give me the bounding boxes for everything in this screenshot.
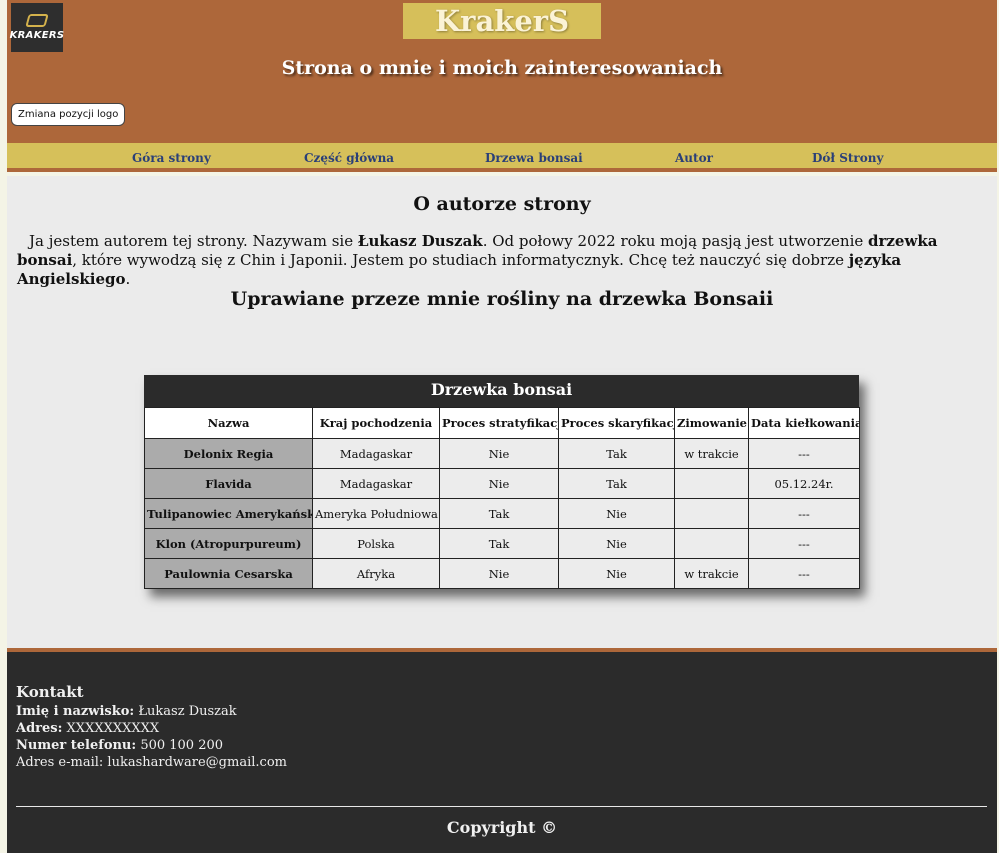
plant-name-cell: Delonix Regia	[144, 438, 313, 469]
table-cell	[674, 468, 749, 499]
column-header: Proces stratyfikacji	[439, 407, 559, 439]
table-cell: Madagaskar	[312, 468, 440, 499]
table-cell: Tak	[558, 468, 675, 499]
about-text-4: .	[125, 270, 131, 288]
table-cell: Nie	[439, 468, 559, 499]
about-text-1: Ja jestem autorem tej strony. Nazywam si…	[29, 232, 358, 250]
table-cell: ---	[748, 438, 860, 469]
table-cell: Madagaskar	[312, 438, 440, 469]
name-label: Imię i nazwisko:	[16, 704, 135, 719]
table-row: Klon (Atropurpureum) Polska Tak Nie ---	[144, 528, 860, 559]
plant-name-cell: Paulownia Cesarska	[144, 558, 313, 589]
table-cell: 05.12.24r.	[748, 468, 860, 499]
table-cell: Polska	[312, 528, 440, 559]
nav-link-main[interactable]: Część główna	[304, 151, 394, 165]
table-cell: ---	[748, 498, 860, 529]
about-heading: O autorze strony	[413, 193, 591, 215]
table-cell: Nie	[558, 498, 675, 529]
table-cell: Ameryka Południowa	[312, 498, 440, 529]
footer-divider	[16, 806, 987, 807]
table-caption: Drzewka bonsai	[144, 375, 859, 407]
logo-text: KRAKERS	[9, 30, 65, 41]
phone-label: Numer telefonu:	[16, 738, 137, 753]
bonsai-table: Nazwa Kraj pochodzenia Proces stratyfika…	[144, 407, 860, 589]
table-cell: Nie	[439, 438, 559, 469]
table-cell: Tak	[558, 438, 675, 469]
table-cell: w trakcie	[674, 438, 749, 469]
plant-name-cell: Klon (Atropurpureum)	[144, 528, 313, 559]
column-header: Nazwa	[144, 407, 313, 439]
contact-heading: Kontakt	[16, 683, 84, 701]
brand-title: KrakerS	[403, 3, 601, 39]
address-value: XXXXXXXXXX	[62, 721, 160, 736]
contact-name-line: Imię i nazwisko: Łukasz Duszak	[16, 703, 287, 720]
table-cell: Afryka	[312, 558, 440, 589]
table-cell: w trakcie	[674, 558, 749, 589]
name-value: Łukasz Duszak	[134, 704, 237, 719]
main-nav: Góra strony Część główna Drzewa bonsai A…	[7, 143, 997, 172]
column-header: Data kiełkowania	[748, 407, 860, 439]
nav-link-bottom[interactable]: Dół Strony	[812, 151, 883, 165]
table-cell: Nie	[558, 528, 675, 559]
table-row: Paulownia Cesarska Afryka Nie Nie w trak…	[144, 558, 860, 589]
page: KRAKERS KrakerS Strona o mnie i moich za…	[7, 0, 997, 853]
table-cell: Nie	[439, 558, 559, 589]
krakers-logo: KRAKERS	[9, 3, 65, 52]
table-row: Tulipanowiec Amerykański Ameryka Południ…	[144, 498, 860, 529]
move-logo-button[interactable]: Zmiana pozycji logo	[11, 103, 126, 126]
author-name: Łukasz Duszak	[357, 232, 483, 250]
table-cell: ---	[748, 528, 860, 559]
nav-link-top[interactable]: Góra strony	[132, 151, 211, 165]
table-row: Flavida Madagaskar Nie Tak 05.12.24r.	[144, 468, 860, 499]
about-text-2: . Od połowy 2022 roku moją pasją jest ut…	[482, 232, 869, 250]
column-header: Kraj pochodzenia	[312, 407, 440, 439]
contact-phone-line: Numer telefonu: 500 100 200	[16, 737, 287, 754]
contact-address-line: Adres: XXXXXXXXXX	[16, 720, 287, 737]
plant-name-cell: Tulipanowiec Amerykański	[144, 498, 313, 529]
contact-email-line: Adres e-mail: lukashardware@gmail.com	[16, 755, 287, 770]
table-cell: Nie	[558, 558, 675, 589]
about-text-3: , które wywodzą się z Chin i Japonii. Je…	[72, 251, 849, 269]
nav-link-bonsai[interactable]: Drzewa bonsai	[485, 151, 583, 165]
plant-name-cell: Flavida	[144, 468, 313, 499]
site-footer: Kontakt Imię i nazwisko: Łukasz Duszak A…	[7, 648, 997, 853]
main-content: O autorze strony Ja jestem autorem tej s…	[7, 176, 997, 648]
table-row: Delonix Regia Madagaskar Nie Tak w trakc…	[144, 438, 860, 469]
site-tagline: Strona o mnie i moich zainteresowaniach	[281, 57, 723, 79]
table-header-row: Nazwa Kraj pochodzenia Proces stratyfika…	[144, 407, 860, 439]
copyright: Copyright ©	[446, 818, 558, 837]
site-header: KRAKERS KrakerS Strona o mnie i moich za…	[7, 0, 997, 143]
bonsai-table-container: Drzewka bonsai Nazwa Kraj pochodzenia Pr…	[144, 375, 860, 589]
table-cell	[674, 528, 749, 559]
table-cell: ---	[748, 558, 860, 589]
table-cell	[674, 498, 749, 529]
nav-link-author[interactable]: Autor	[675, 151, 713, 165]
column-header: Zimowanie	[674, 407, 749, 439]
logo-card-icon	[25, 14, 49, 27]
plants-heading: Uprawiane przeze mnie rośliny na drzewka…	[230, 288, 774, 310]
table-cell: Tak	[439, 498, 559, 529]
about-paragraph: Ja jestem autorem tej strony. Nazywam si…	[17, 232, 977, 289]
phone-value: 500 100 200	[136, 738, 224, 753]
contact-details: Imię i nazwisko: Łukasz Duszak Adres: XX…	[16, 703, 287, 771]
address-label: Adres:	[16, 721, 63, 736]
table-cell: Tak	[439, 528, 559, 559]
column-header: Proces skaryfikacji	[558, 407, 675, 439]
